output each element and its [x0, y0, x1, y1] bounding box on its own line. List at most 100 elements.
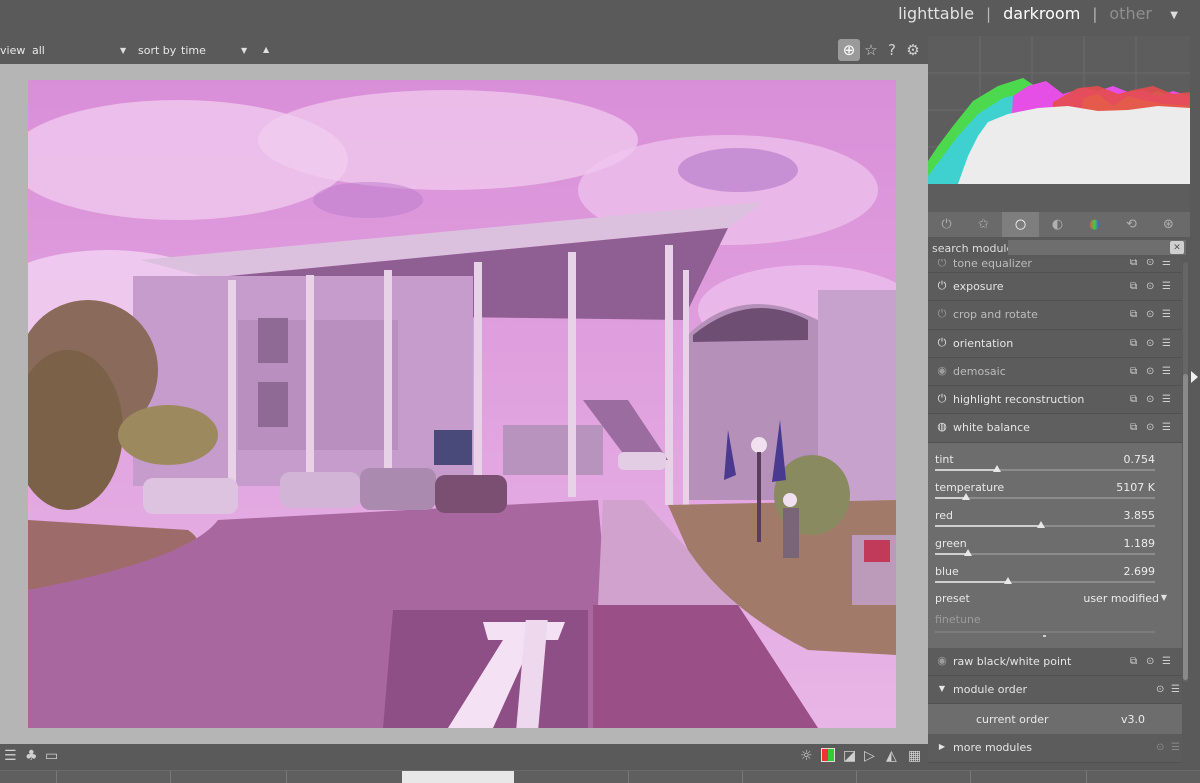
tint-slider[interactable]: tint 0.754: [935, 453, 1155, 481]
slider-knob[interactable]: [964, 548, 972, 556]
module-raw-black-white-point[interactable]: ◉ raw black/white point ⧉ ⊙ ☰: [928, 647, 1182, 677]
star-icon[interactable]: ☆: [860, 39, 882, 61]
multi-instance-icon[interactable]: ⧉: [1130, 259, 1137, 268]
presets-icon[interactable]: ☰: [1162, 309, 1171, 320]
presets-icon[interactable]: ☰: [1162, 422, 1171, 433]
sort-value[interactable]: time: [181, 44, 206, 57]
green-slider[interactable]: green 1.189: [935, 537, 1155, 565]
filmstrip-cell[interactable]: [1086, 771, 1087, 783]
sort-dropdown-icon[interactable]: ▼: [241, 46, 247, 55]
presets-icon[interactable]: ☰: [1162, 281, 1171, 292]
histogram[interactable]: [928, 36, 1190, 212]
module-white-balance[interactable]: ◍ white balance ⧉ ⊙ ☰: [928, 414, 1182, 443]
sort-order-icon[interactable]: ▲: [263, 45, 269, 54]
presets-icon[interactable]: ☰: [1162, 338, 1171, 349]
multi-instance-icon[interactable]: ⧉: [1130, 281, 1137, 292]
module-more-modules[interactable]: ▶ more modules ⊙ ☰: [928, 734, 1182, 763]
filmstrip-cell[interactable]: [970, 771, 971, 783]
clear-icon[interactable]: ✕: [1170, 241, 1184, 254]
reset-icon[interactable]: ⊙: [1146, 338, 1154, 349]
clipping-icon[interactable]: ◭: [886, 748, 897, 764]
preset-value[interactable]: user modified: [1083, 592, 1159, 605]
collapse-right-panel-icon[interactable]: [1191, 371, 1198, 383]
reset-icon[interactable]: ⊙: [1156, 742, 1164, 753]
module-tone-equalizer[interactable]: ⏻ tone equalizer ⧉ ⊙ ☰: [928, 259, 1182, 273]
view-filter-value[interactable]: all: [32, 44, 45, 57]
view-other[interactable]: other: [1109, 4, 1152, 23]
multi-instance-icon[interactable]: ⧉: [1130, 394, 1137, 405]
menu-icon[interactable]: ☰: [4, 748, 17, 764]
multi-instance-icon[interactable]: ⧉: [1130, 338, 1137, 349]
reset-icon[interactable]: ⊙: [1146, 259, 1154, 268]
group-tab-active-modules[interactable]: ⏻: [928, 212, 965, 237]
multi-instance-icon[interactable]: ⧉: [1130, 422, 1137, 433]
power-icon[interactable]: ⏻: [936, 336, 948, 349]
module-demosaic[interactable]: ◉ demosaic ⧉ ⊙ ☰: [928, 357, 1182, 387]
slider-knob[interactable]: [1037, 520, 1045, 528]
filmstrip-cell[interactable]: [56, 771, 57, 783]
presets-icon[interactable]: ☰: [1162, 394, 1171, 405]
gear-icon[interactable]: ⚙: [902, 39, 924, 61]
multi-instance-icon[interactable]: ⧉: [1130, 366, 1137, 377]
slider-knob[interactable]: [1004, 576, 1012, 584]
guides-icon[interactable]: ▦: [908, 748, 921, 764]
view-filter-dropdown-icon[interactable]: ▼: [120, 46, 126, 55]
view-darkroom[interactable]: darkroom: [1003, 4, 1080, 23]
presets-icon[interactable]: ☰: [1162, 366, 1171, 377]
filmstrip[interactable]: [0, 770, 1200, 783]
display-icon[interactable]: ▭: [45, 748, 58, 764]
filmstrip-cell[interactable]: [628, 771, 629, 783]
help-icon[interactable]: ?: [881, 39, 903, 61]
module-exposure[interactable]: ⏻ exposure ⧉ ⊙ ☰: [928, 273, 1182, 302]
view-lighttable[interactable]: lighttable: [898, 4, 974, 23]
slider-track[interactable]: [935, 630, 1155, 633]
power-icon[interactable]: ⏻: [936, 308, 948, 320]
presets-icon[interactable]: ☰: [1171, 684, 1180, 695]
group-tab-effect[interactable]: ⊛: [1150, 212, 1187, 237]
presets-icon[interactable]: ☰: [1162, 656, 1171, 667]
power-icon[interactable]: ⏻: [936, 393, 948, 405]
filmstrip-cell[interactable]: [856, 771, 857, 783]
slider-knob[interactable]: [962, 492, 970, 500]
power-icon[interactable]: ⏻: [936, 259, 948, 269]
reset-icon[interactable]: ⊙: [1146, 394, 1154, 405]
reset-icon[interactable]: ⊙: [1156, 684, 1164, 695]
raw-overexposed-icon[interactable]: ▷: [864, 748, 875, 764]
module-highlight-reconstruction[interactable]: ⏻ highlight reconstruction ⧉ ⊙ ☰: [928, 386, 1182, 415]
views-dropdown-icon[interactable]: ▼: [1170, 10, 1178, 21]
reset-icon[interactable]: ⊙: [1146, 366, 1154, 377]
filmstrip-cell[interactable]: [286, 771, 287, 783]
focus-peaking-icon[interactable]: ⊕: [838, 39, 860, 61]
filmstrip-cell[interactable]: [170, 771, 171, 783]
finetune-slider[interactable]: finetune: [935, 613, 1155, 637]
group-tab-tone[interactable]: ◐: [1039, 212, 1076, 237]
presets-icon[interactable]: ☰: [1162, 259, 1171, 268]
multi-instance-icon[interactable]: ⧉: [1130, 309, 1137, 320]
chevron-right-icon[interactable]: ▶: [936, 741, 948, 753]
module-scrollbar-thumb[interactable]: [1183, 374, 1188, 680]
photo-preview[interactable]: [28, 80, 896, 728]
reset-icon[interactable]: ⊙: [1146, 422, 1154, 433]
gamut-check-icon[interactable]: ◪: [843, 748, 856, 764]
reset-icon[interactable]: ⊙: [1146, 656, 1154, 667]
search-module-input[interactable]: [1008, 240, 1186, 255]
bulb-icon[interactable]: ☼: [800, 748, 813, 764]
power-icon[interactable]: ⏻: [936, 280, 948, 292]
temperature-slider[interactable]: temperature 5107 K: [935, 481, 1155, 509]
group-tab-base[interactable]: ○: [1002, 212, 1039, 237]
slider-knob[interactable]: [993, 464, 1001, 472]
multi-instance-icon[interactable]: ⧉: [1130, 656, 1137, 667]
module-orientation[interactable]: ⏻ orientation ⧉ ⊙ ☰: [928, 329, 1182, 358]
softproof-icon[interactable]: [821, 748, 835, 762]
group-tab-color[interactable]: ●: [1076, 212, 1113, 237]
module-crop-and-rotate[interactable]: ⏻ crop and rotate ⧉ ⊙ ☰: [928, 301, 1182, 330]
reset-icon[interactable]: ⊙: [1146, 309, 1154, 320]
chevron-down-icon[interactable]: ▼: [1161, 593, 1167, 602]
group-tab-correct[interactable]: ⟲: [1113, 212, 1150, 237]
group-tab-favorites[interactable]: ✩: [965, 212, 1002, 237]
module-order[interactable]: ▼ module order ⊙ ☰: [928, 676, 1182, 705]
presets-icon[interactable]: ☰: [1171, 742, 1180, 753]
filmstrip-current[interactable]: [402, 771, 514, 783]
styles-icon[interactable]: ♣: [25, 748, 38, 764]
reset-icon[interactable]: ⊙: [1146, 281, 1154, 292]
